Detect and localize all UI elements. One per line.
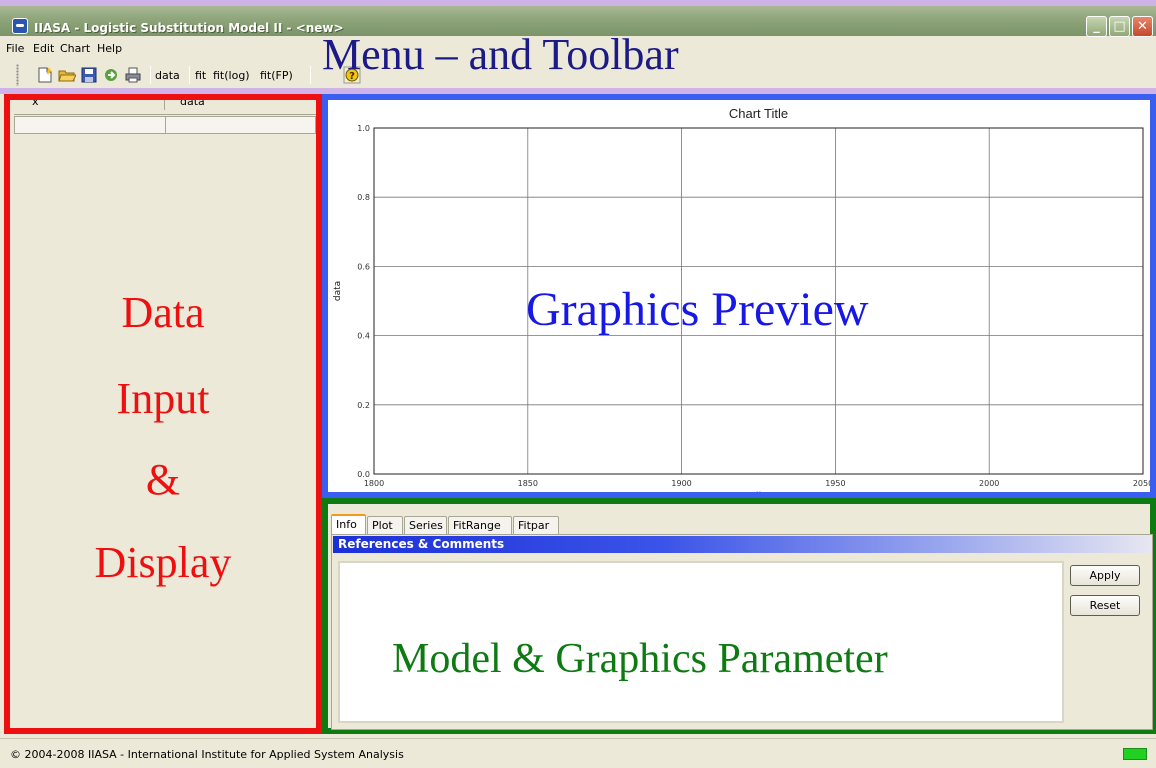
menu-chart[interactable]: Chart xyxy=(60,42,90,55)
reset-button[interactable]: Reset xyxy=(1070,595,1140,616)
y-axis-label: data xyxy=(333,281,343,301)
toolbar-separator xyxy=(150,66,151,84)
save-icon[interactable] xyxy=(80,66,98,84)
toolbar-grip[interactable] xyxy=(16,64,19,86)
data-input-panel: x data Data Input & Display xyxy=(4,94,322,734)
y-tick-label: 0.8 xyxy=(357,193,370,202)
y-tick-label: 0.6 xyxy=(357,262,370,271)
x-tick-label: 2000 xyxy=(979,479,999,488)
menu-edit[interactable]: Edit xyxy=(33,42,54,55)
y-tick-label: 0.4 xyxy=(357,332,370,341)
maximize-button[interactable]: □ xyxy=(1109,16,1130,37)
data-button[interactable]: data xyxy=(155,69,180,82)
close-button[interactable]: ✕ xyxy=(1132,16,1153,37)
tab-info[interactable]: Info xyxy=(331,514,366,535)
minimize-button[interactable]: _ xyxy=(1086,16,1107,37)
copyright-text: © 2004-2008 IIASA - International Instit… xyxy=(10,748,404,761)
window-title: IIASA - Logistic Substitution Model II -… xyxy=(34,21,344,35)
y-tick-label: 1.0 xyxy=(357,124,370,133)
app-logo-icon xyxy=(12,18,28,34)
menu-help[interactable]: Help xyxy=(97,42,122,55)
y-tick-label: 0.2 xyxy=(357,401,370,410)
export-icon[interactable] xyxy=(102,66,120,84)
graphics-annotation: Graphics Preview xyxy=(526,283,869,336)
data-grid-row[interactable] xyxy=(14,116,316,134)
toolbar-separator xyxy=(189,66,190,84)
menu-bar: File Edit Chart Help xyxy=(0,38,330,58)
toolbar-separator xyxy=(310,66,311,84)
status-bar: © 2004-2008 IIASA - International Instit… xyxy=(0,738,1156,768)
data-annotation-line-3: & xyxy=(145,455,181,504)
apply-button[interactable]: Apply xyxy=(1070,565,1140,586)
fit-log-button[interactable]: fit(log) xyxy=(213,69,250,82)
x-tick-label: 1900 xyxy=(671,479,691,488)
new-file-icon[interactable] xyxy=(36,66,54,84)
tab-plot[interactable]: Plot xyxy=(367,516,403,534)
x-axis-label: x xyxy=(756,489,761,492)
tab-series[interactable]: Series xyxy=(404,516,447,534)
column-header-x[interactable]: x xyxy=(32,100,39,110)
menu-toolbar-annotation: Menu – and Toolbar xyxy=(322,30,679,79)
print-icon[interactable] xyxy=(124,66,142,84)
data-grid-header: x data xyxy=(14,100,316,110)
y-tick-label: 0.0 xyxy=(357,470,370,479)
tab-fitpar[interactable]: Fitpar xyxy=(513,516,559,534)
parameter-panel: Info Plot Series FitRange Fitpar Referen… xyxy=(322,498,1156,734)
x-tick-label: 2050 xyxy=(1133,479,1150,488)
model-annotation: Model & Graphics Parameter xyxy=(392,636,888,682)
chart-title: Chart Title xyxy=(729,106,788,121)
graphics-preview-panel: Chart Title 1800 1850 1900 1950 2000 2050 0.0 0.… xyxy=(322,94,1156,498)
x-tick-label: 1950 xyxy=(825,479,845,488)
menu-file[interactable]: File xyxy=(6,42,24,55)
column-header-data[interactable]: data xyxy=(180,100,205,110)
data-annotation-line-1: Data xyxy=(121,288,205,337)
x-tick-label: 1800 xyxy=(364,479,384,488)
fit-fp-button[interactable]: fit(FP) xyxy=(260,69,293,82)
header-separator xyxy=(14,114,316,115)
tab-fitrange[interactable]: FitRange xyxy=(448,516,512,534)
data-annotation-line-2: Input xyxy=(116,374,210,423)
open-folder-icon[interactable] xyxy=(58,66,76,84)
references-header: References & Comments xyxy=(333,536,1151,553)
info-tab-content: References & Comments Apply Reset xyxy=(331,534,1153,730)
data-annotation-line-4: Display xyxy=(94,538,232,587)
x-tick-label: 1850 xyxy=(518,479,538,488)
fit-button[interactable]: fit xyxy=(195,69,206,82)
status-indicator xyxy=(1123,748,1147,760)
